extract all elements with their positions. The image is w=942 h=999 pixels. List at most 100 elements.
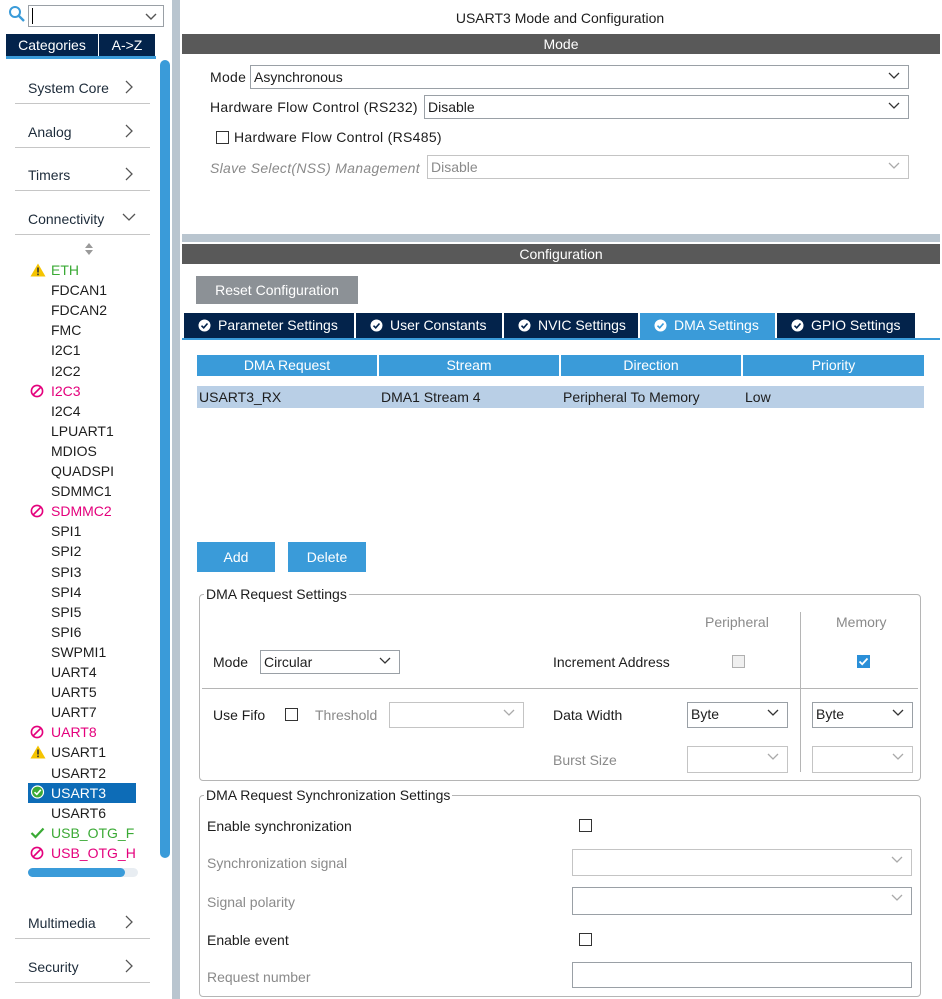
tab-dma-settings[interactable]: DMA Settings [640, 313, 775, 338]
peripheral-label: SWPMI1 [51, 643, 107, 660]
peripheral-item-eth[interactable]: ETH [28, 260, 138, 280]
peripheral-item-mdios[interactable]: MDIOS [28, 441, 138, 461]
tab-user-constants[interactable]: User Constants [356, 313, 502, 338]
mode-select[interactable]: Asynchronous [250, 65, 909, 89]
peripheral-item-usart1[interactable]: USART1 [28, 742, 138, 762]
peripheral-label: MDIOS [51, 442, 97, 459]
column-header-direction[interactable]: Direction [561, 355, 741, 376]
category-timers[interactable]: Timers [15, 155, 150, 191]
peripheral-label: SPI5 [51, 603, 82, 620]
peripheral-item-i2c3[interactable]: I2C3 [28, 381, 138, 401]
memory-burst-size-select[interactable] [812, 746, 913, 773]
panel-divider[interactable] [172, 0, 180, 999]
chevron-down-icon [892, 709, 904, 716]
enable-event-label: Enable event [207, 932, 289, 948]
memory-increment-checkbox[interactable] [857, 655, 870, 668]
peripheral-item-uart5[interactable]: UART5 [28, 682, 138, 702]
category-connectivity[interactable]: Connectivity [15, 199, 150, 235]
tab-categories[interactable]: Categories [6, 34, 98, 56]
memory-data-width-select[interactable]: Byte [812, 702, 913, 728]
chevron-right-icon [125, 80, 133, 94]
peripheral-item-lpuart1[interactable]: LPUART1 [28, 421, 138, 441]
hfc-rs485-checkbox[interactable] [216, 131, 229, 144]
category-multimedia[interactable]: Multimedia [15, 903, 150, 939]
peripheral-item-fdcan2[interactable]: FDCAN2 [28, 300, 138, 320]
synchronization-signal-label: Synchronization signal [207, 855, 348, 871]
search-input[interactable] [28, 5, 164, 27]
chevron-down-icon[interactable] [145, 8, 159, 24]
signal-polarity-select[interactable] [572, 887, 912, 915]
peripheral-item-usb-otg-f[interactable]: USB_OTG_F [28, 823, 138, 843]
peripheral-label: I2C1 [51, 342, 81, 359]
peripheral-item-spi5[interactable]: SPI5 [28, 602, 138, 622]
peripheral-item-usart3[interactable]: USART3 [28, 782, 136, 803]
category-system-core[interactable]: System Core [15, 68, 150, 104]
peripheral-data-width-value: Byte [691, 706, 720, 722]
peripheral-label: UART7 [51, 704, 97, 721]
use-fifo-checkbox[interactable] [285, 708, 298, 721]
column-header-stream[interactable]: Stream [379, 355, 559, 376]
peripheral-item-swpmi1[interactable]: SWPMI1 [28, 642, 138, 662]
reset-configuration-button[interactable]: Reset Configuration [196, 276, 358, 304]
tab-a-to-z[interactable]: A->Z [99, 34, 155, 56]
threshold-select[interactable] [389, 702, 524, 728]
add-button[interactable]: Add [197, 542, 275, 572]
column-header-dma-request[interactable]: DMA Request [197, 355, 377, 376]
peripheral-item-usart6[interactable]: USART6 [28, 803, 138, 823]
peripheral-label: QUADSPI [51, 463, 115, 479]
peripheral-increment-checkbox[interactable] [732, 655, 745, 668]
hfc-rs232-select[interactable]: Disable [424, 95, 909, 119]
synchronization-signal-select[interactable] [572, 849, 912, 876]
category-analog[interactable]: Analog [15, 112, 150, 148]
peripheral-item-i2c4[interactable]: I2C4 [28, 401, 138, 421]
chevron-down-icon [503, 709, 515, 716]
table-cell: Low [745, 389, 771, 405]
chevron-right-icon [125, 167, 133, 181]
nss-value: Disable [431, 159, 478, 175]
chevron-down-icon [888, 72, 900, 79]
enable-event-checkbox[interactable] [579, 933, 592, 946]
category-label: Security [28, 959, 79, 975]
peripheral-item-usb-otg-h[interactable]: USB_OTG_H [28, 843, 138, 863]
tab-gpio-settings[interactable]: GPIO Settings [777, 313, 915, 338]
peripheral-item-quadspi[interactable]: QUADSPI [28, 461, 138, 481]
peripheral-item-usart2[interactable]: USART2 [28, 763, 138, 783]
enable-synchronization-checkbox[interactable] [579, 819, 592, 832]
peripheral-item-uart4[interactable]: UART4 [28, 662, 138, 682]
tab-parameter-settings[interactable]: Parameter Settings [184, 313, 354, 338]
peripheral-item-spi4[interactable]: SPI4 [28, 582, 138, 602]
peripheral-item-fdcan1[interactable]: FDCAN1 [28, 280, 138, 300]
peripheral-item-uart7[interactable]: UART7 [28, 702, 138, 722]
peripheral-item-sdmmc1[interactable]: SDMMC1 [28, 481, 138, 501]
peripheral-item-spi3[interactable]: SPI3 [28, 562, 138, 582]
tab-label: NVIC Settings [538, 317, 626, 333]
tab-label: User Constants [390, 317, 487, 333]
vertical-scrollbar[interactable] [160, 60, 170, 858]
sort-icon[interactable] [82, 242, 96, 256]
peripheral-item-i2c1[interactable]: I2C1 [28, 340, 138, 360]
peripheral-data-width-select[interactable]: Byte [687, 702, 788, 728]
category-security[interactable]: Security [15, 947, 150, 983]
request-number-input[interactable] [572, 962, 912, 988]
peripheral-label: UART5 [51, 684, 97, 701]
peripheral-label: I2C3 [51, 382, 81, 399]
peripheral-item-i2c2[interactable]: I2C2 [28, 361, 138, 381]
delete-button[interactable]: Delete [288, 542, 366, 572]
column-header-priority[interactable]: Priority [743, 355, 924, 376]
tab-nvic-settings[interactable]: NVIC Settings [504, 313, 638, 338]
peripheral-item-spi6[interactable]: SPI6 [28, 622, 138, 642]
mode-value: Asynchronous [254, 69, 343, 85]
request-number-label: Request number [207, 969, 311, 985]
horizontal-scrollbar-thumb[interactable] [28, 868, 125, 877]
row-divider [202, 688, 918, 689]
memory-column-label: Memory [836, 614, 887, 630]
peripheral-burst-size-select[interactable] [687, 746, 788, 773]
check-circle-icon [198, 319, 211, 332]
peripheral-item-spi1[interactable]: SPI1 [28, 521, 138, 541]
peripheral-item-uart8[interactable]: UART8 [28, 722, 138, 742]
peripheral-item-sdmmc2[interactable]: SDMMC2 [28, 501, 138, 521]
nss-select[interactable]: Disable [427, 155, 909, 179]
peripheral-item-fmc[interactable]: FMC [28, 320, 138, 340]
peripheral-item-spi2[interactable]: SPI2 [28, 541, 138, 561]
dma-mode-select[interactable]: Circular [260, 650, 400, 674]
